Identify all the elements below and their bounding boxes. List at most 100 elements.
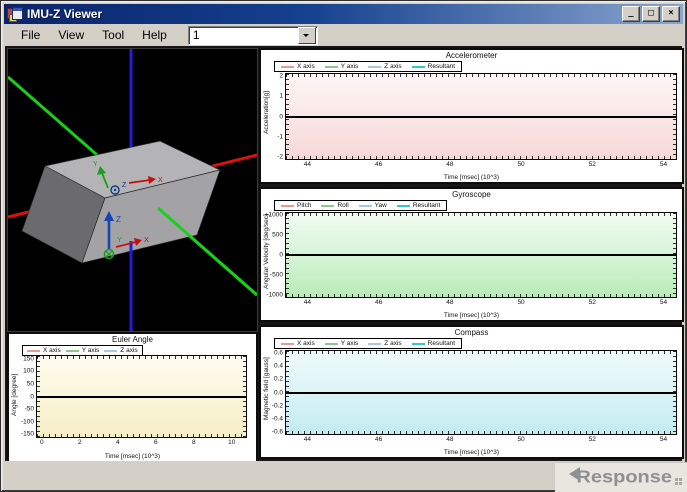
legend-swatch-icon [27, 349, 40, 352]
legend-swatch-icon [368, 342, 382, 345]
zero-line [286, 254, 676, 256]
compass-chart: Compass X axis Y axis Z axis Resultant 0.6 0.4… [259, 325, 684, 459]
chart-plot-area: +1000 500 0 -500 -1000 44 46 48 50 52 54 [265, 212, 677, 306]
axis-ticks [286, 74, 676, 77]
x-tick-label: 44 [303, 436, 311, 443]
legend-swatch-icon [368, 65, 382, 68]
legend-item: X axis [281, 63, 315, 70]
y-tick-label: -1 [277, 133, 283, 141]
device-combobox-value: 1 [192, 27, 200, 42]
top-face-z-dot [113, 188, 117, 192]
y-tick-label: 0.4 [273, 362, 283, 370]
y-tick-label: 150 [23, 355, 34, 363]
device-combobox[interactable]: 1 [187, 25, 318, 45]
axis-ticks [37, 434, 246, 437]
axis-ticks [286, 294, 676, 297]
x-tick-label: 54 [659, 161, 668, 168]
legend-item: Yaw [358, 202, 387, 209]
x-tick-label: 50 [517, 436, 525, 443]
y-axis-title: Angle [degree] [11, 373, 18, 416]
top-face-x-label: X [158, 177, 163, 184]
legend-label: Y axis [340, 63, 359, 70]
x-tick-label: 52 [588, 436, 596, 443]
legend-swatch-icon [104, 349, 118, 352]
legend-label: Resultant [427, 340, 456, 347]
legend-label: Z axis [384, 340, 402, 347]
legend-item: Y axis [65, 347, 99, 354]
legend-item: X axis [281, 340, 315, 347]
y-tick-label: 0 [30, 393, 34, 400]
close-button[interactable]: × [662, 6, 680, 22]
chart-title: Euler Angle [112, 335, 153, 344]
y-tick-label: 0.2 [273, 375, 283, 383]
x-tick-label: 46 [374, 161, 383, 168]
axis-ticks [286, 213, 676, 216]
legend-item: Resultant [411, 340, 456, 347]
y-axis-title: Angular Velocity [deg/sec] [263, 214, 270, 289]
front-face-x-label: X [144, 235, 149, 244]
menu-item-view[interactable]: View [49, 25, 93, 45]
chart-legend: X axis Y axis Z axis Resultant [274, 338, 463, 349]
zero-line [286, 391, 676, 394]
x-tick-label: 54 [659, 436, 668, 443]
response-watermark: Response [555, 462, 687, 492]
y-tick-label: -50 [24, 405, 34, 413]
x-tick-label: 46 [374, 299, 383, 306]
imu-z-viewer-window: { "window": { "title": "IMU-Z Viewer", "… [0, 0, 687, 492]
maximize-button[interactable]: □ [642, 6, 660, 22]
x-tick-label: 48 [446, 436, 454, 443]
window-title: IMU-Z Viewer [27, 7, 103, 21]
menu-item-tool[interactable]: Tool [93, 25, 133, 45]
x-tick-label: 10 [228, 439, 236, 446]
x-tick-label: 44 [303, 299, 311, 306]
x-tick-label: 46 [374, 436, 383, 443]
3d-model-viewport[interactable]: Y Z X Z Y X [7, 48, 258, 332]
euler-angle-chart: Euler Angle X axis Y axis Z axis 150 100 50 0 -5… [7, 332, 258, 463]
menu-item-file[interactable]: File [12, 25, 49, 45]
legend-label: X axis [43, 347, 61, 354]
chart-legend: Pitch Roll Yaw Resultant [274, 200, 448, 211]
legend-label: Yaw [374, 202, 387, 209]
legend-swatch-icon [281, 65, 294, 68]
legend-label: Resultant [427, 63, 456, 70]
y-tick-label: 0 [279, 251, 283, 259]
legend-swatch-icon [396, 204, 410, 207]
y-tick-label: 0.0 [273, 389, 283, 396]
y-tick-label: -0.6 [271, 428, 283, 436]
legend-label: Y axis [340, 340, 359, 347]
y-tick-label: 1 [279, 92, 283, 100]
x-tick-label: 54 [659, 299, 668, 306]
x-tick-label: 0 [39, 439, 44, 446]
legend-item: Pitch [281, 202, 311, 209]
menu-item-help[interactable]: Help [133, 25, 176, 45]
legend-label: Z axis [384, 63, 402, 70]
minimize-button[interactable]: _ [622, 6, 640, 22]
legend-item: Y axis [324, 340, 359, 347]
accelerometer-chart: Accelerometer X axis Y axis Z axis Resultant… [259, 48, 684, 184]
y-tick-label: 2 [279, 72, 283, 80]
x-tick-label: 2 [77, 439, 82, 446]
legend-item: Z axis [368, 340, 402, 347]
front-face-y-label: Y [117, 235, 122, 244]
application-window: IMU-Z Viewer _ □ × File View Tool Help 1 [0, 0, 687, 492]
axis-ticks [286, 156, 676, 159]
x-tick-label: 52 [588, 299, 596, 306]
x-tick-label: 52 [588, 161, 596, 168]
legend-label: Resultant [412, 202, 441, 209]
zero-line [37, 395, 246, 398]
top-face-y-label: Y [93, 161, 98, 168]
x-tick-label: 48 [446, 299, 454, 306]
legend-item: X axis [27, 347, 61, 354]
y-tick-label: -0.4 [271, 415, 283, 423]
y-axis-title: Magnetic field [gauss] [263, 357, 270, 421]
legend-label: Pitch [297, 202, 312, 209]
combobox-dropdown-arrow-icon[interactable] [297, 26, 316, 44]
legend-swatch-icon [321, 204, 335, 207]
title-bar[interactable]: IMU-Z Viewer _ □ × [4, 4, 683, 24]
x-tick-label: 50 [517, 161, 525, 168]
legend-item: Resultant [411, 63, 456, 70]
x-tick-label: 44 [303, 161, 311, 168]
x-axis-title: Time [msec] (10^3) [443, 449, 500, 456]
zero-line [286, 115, 676, 118]
chart-title: Compass [454, 328, 489, 337]
